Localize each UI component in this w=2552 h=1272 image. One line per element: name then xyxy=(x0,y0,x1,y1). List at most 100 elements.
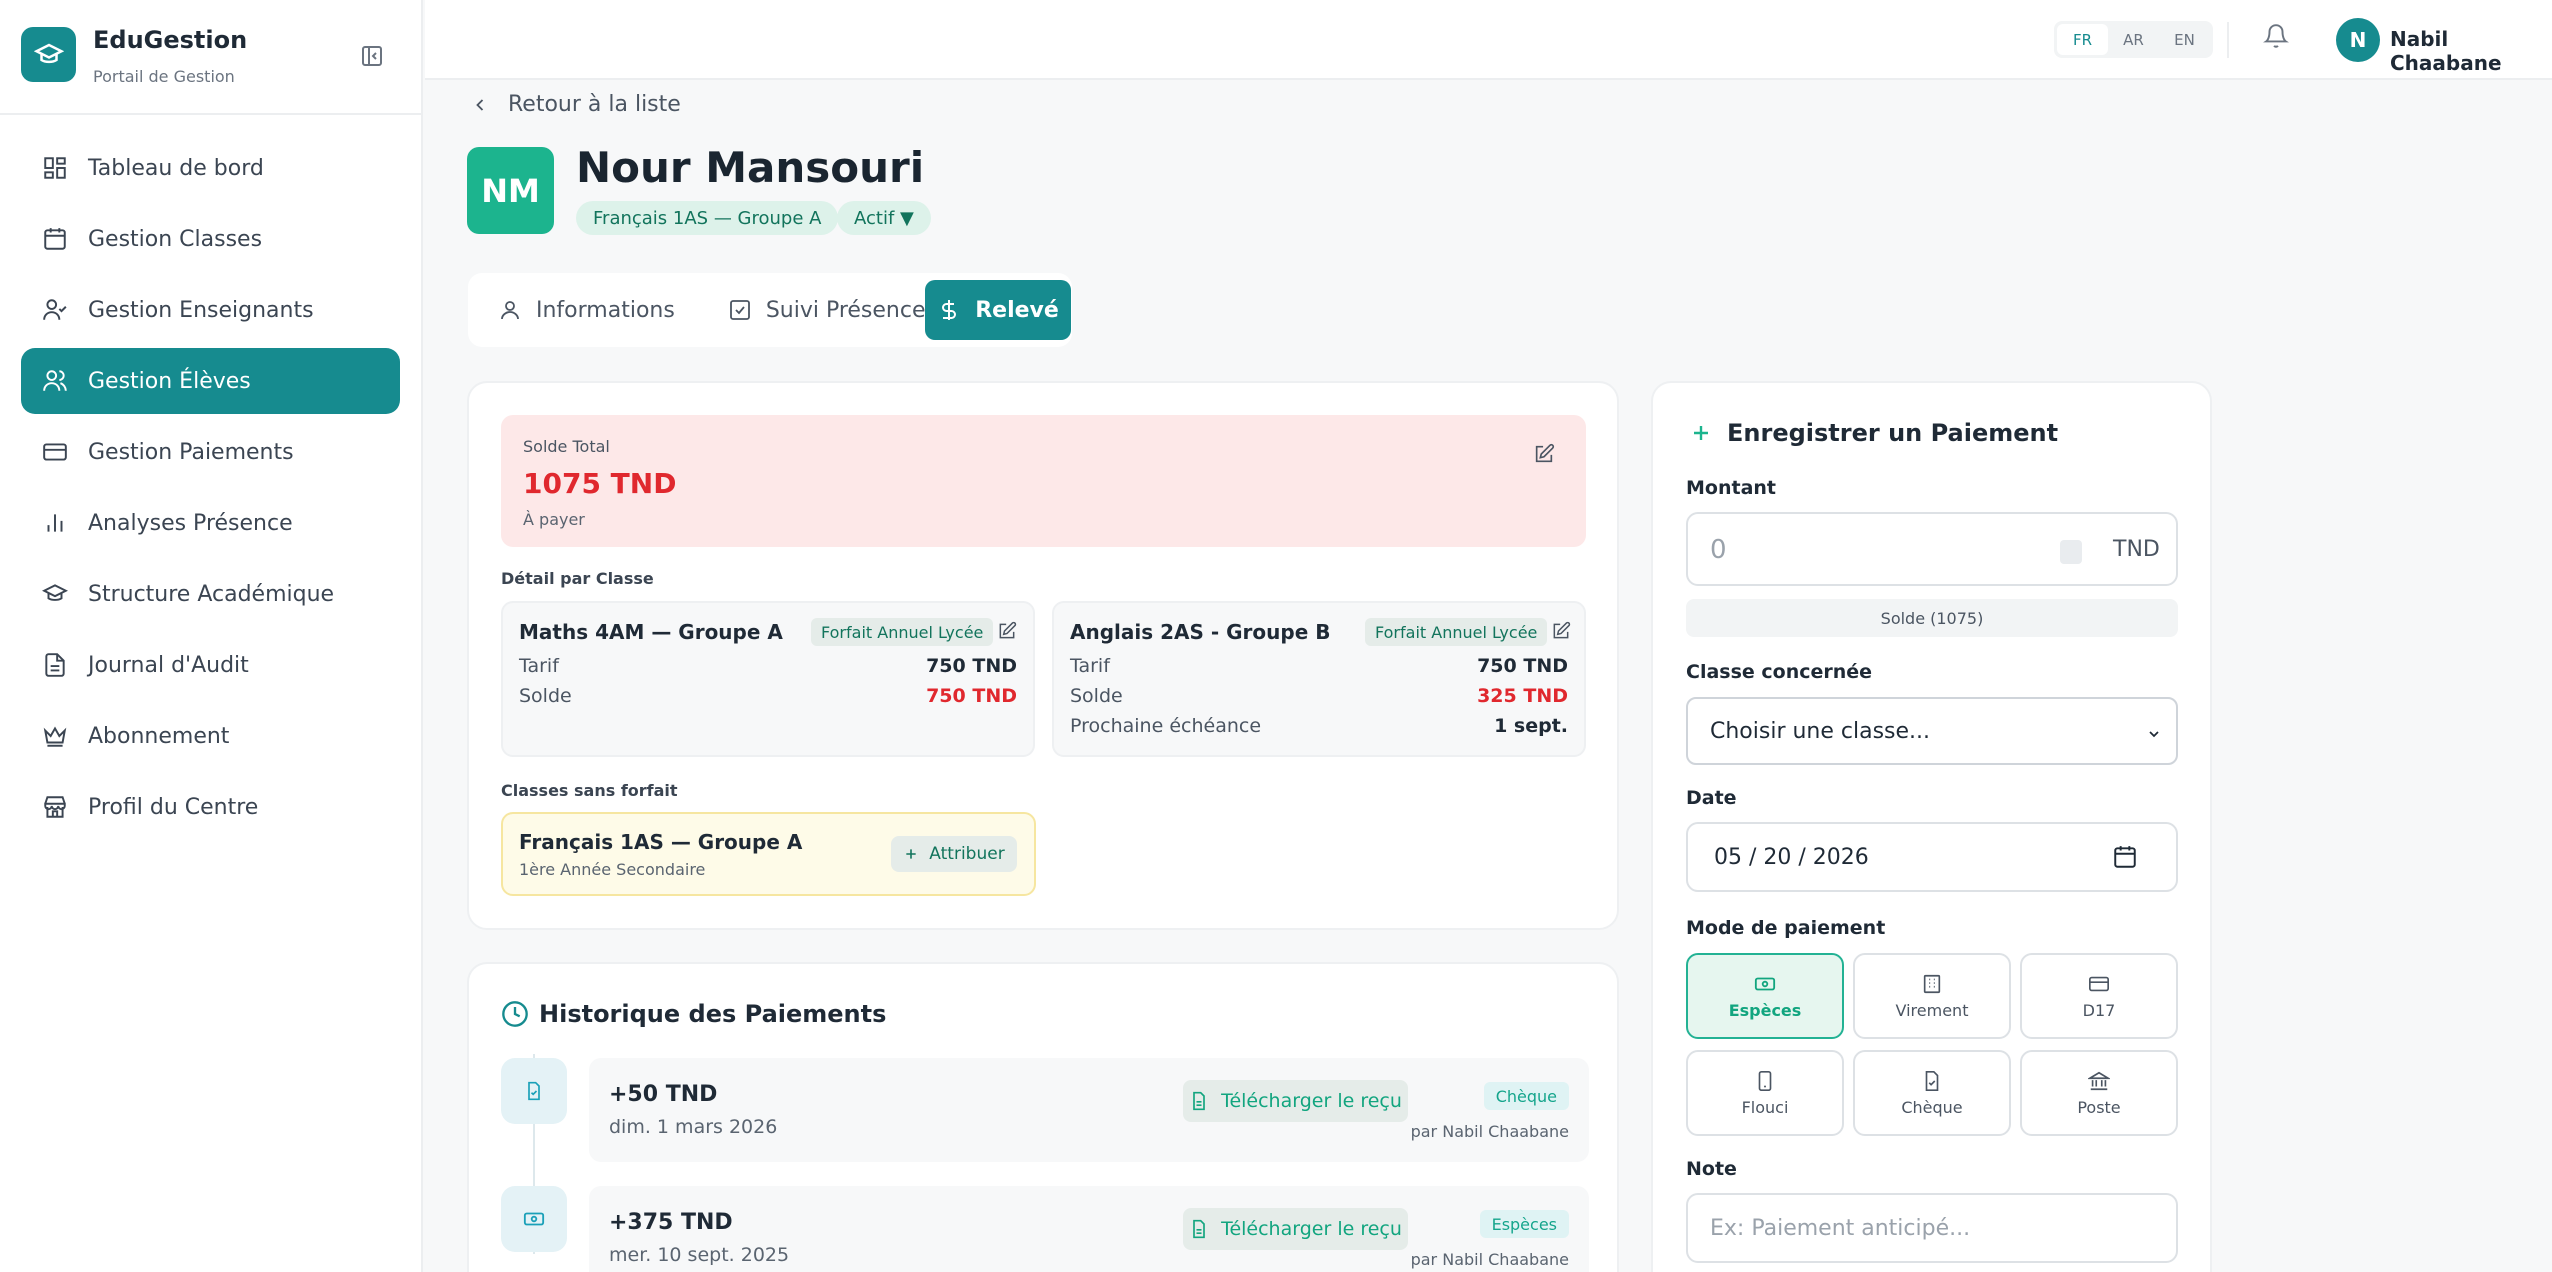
date-label: Date xyxy=(1686,787,1737,809)
sidebar-item-students[interactable]: Gestion Élèves xyxy=(21,348,400,414)
credit-card-icon xyxy=(2089,976,2109,991)
mode-post-button[interactable]: Poste xyxy=(2020,1050,2178,1136)
class-sub: 1ère Année Secondaire xyxy=(519,860,706,879)
sidebar-item-label: Gestion Élèves xyxy=(88,368,251,394)
graduation-cap-logo-icon xyxy=(21,27,76,82)
sidebar-collapse-icon[interactable] xyxy=(360,44,384,72)
edit-icon[interactable] xyxy=(1551,621,1571,645)
calendar-icon[interactable] xyxy=(2112,844,2138,870)
row-label: Tarif xyxy=(519,655,559,677)
dashboard-icon xyxy=(44,157,66,179)
landmark-icon xyxy=(2088,1071,2110,1090)
user-name[interactable]: Nabil Chaabane xyxy=(2390,27,2552,75)
class-select[interactable]: Choisir une classe... xyxy=(1686,697,2178,765)
payment-form-header: Enregistrer un Paiement xyxy=(1689,419,2058,447)
sidebar-item-attendance[interactable]: Analyses Présence xyxy=(21,490,400,556)
number-spinner[interactable] xyxy=(2060,540,2082,564)
edit-icon[interactable] xyxy=(1533,443,1555,469)
balance-label: Solde Total xyxy=(523,437,610,456)
app-subtitle: Portail de Gestion xyxy=(93,67,235,86)
bar-chart-icon xyxy=(47,514,63,532)
plan-badge: Forfait Annuel Lycée xyxy=(811,618,994,646)
calendar-icon xyxy=(44,228,66,250)
sidebar-item-classes[interactable]: Gestion Classes xyxy=(21,206,400,272)
row-label: Solde xyxy=(1070,685,1123,707)
bell-icon[interactable] xyxy=(2263,23,2289,53)
check-square-icon xyxy=(729,300,750,320)
sidebar-item-payments[interactable]: Gestion Paiements xyxy=(21,419,400,485)
mode-d17-button[interactable]: D17 xyxy=(2020,953,2178,1039)
history-header: Historique des Paiements xyxy=(501,1000,886,1028)
tab-label: Informations xyxy=(536,297,675,323)
tab-attendance[interactable]: Suivi Présence xyxy=(728,298,926,323)
file-icon xyxy=(1193,1219,1205,1239)
class-chip: Français 1AS — Groupe A xyxy=(576,201,839,235)
download-receipt-button[interactable]: Télécharger le reçu xyxy=(1183,1208,1408,1250)
plus-icon xyxy=(906,849,916,859)
payment-mode-badge: Espèces xyxy=(1479,1210,1569,1238)
sidebar-item-audit[interactable]: Journal d'Audit xyxy=(21,632,400,698)
plan-badge: Forfait Annuel Lycée xyxy=(1365,618,1548,646)
mode-transfer-button[interactable]: Virement xyxy=(1853,953,2011,1039)
payment-item: +50 TND dim. 1 mars 2026 Télécharger le … xyxy=(589,1058,1589,1162)
note-field[interactable]: Ex: Paiement anticipé... xyxy=(1686,1193,2178,1263)
assign-button[interactable]: Attribuer xyxy=(891,836,1017,872)
mode-label: Espèces xyxy=(1728,1000,1802,1020)
sidebar: EduGestion Portail de Gestion Tableau de… xyxy=(0,0,423,1272)
payment-author: par Nabil Chaabane xyxy=(1410,1250,1569,1269)
mode-cash-button[interactable]: Espèces xyxy=(1686,953,1844,1039)
payment-item: +375 TND mer. 10 sept. 2025 Télécharger … xyxy=(589,1186,1589,1272)
mode-label: D17 xyxy=(2082,1000,2116,1020)
payment-date: dim. 1 mars 2026 xyxy=(609,1116,778,1138)
due-row: Prochaine échéance 1 sept. xyxy=(1070,715,1568,737)
assign-label: Attribuer xyxy=(929,844,1005,864)
receipt-icon xyxy=(501,1058,567,1124)
mode-label: Chèque xyxy=(1901,1097,1963,1117)
amount-field[interactable]: 0 TND xyxy=(1686,512,2178,586)
amount-label: Montant xyxy=(1686,477,1776,499)
note-label: Note xyxy=(1686,1158,1737,1180)
file-icon xyxy=(1193,1091,1205,1111)
payment-history-card: Historique des Paiements +50 TND dim. 1 … xyxy=(467,962,1619,1272)
sidebar-item-center-profile[interactable]: Profil du Centre xyxy=(21,774,400,840)
user-icon xyxy=(501,301,519,320)
tab-statement[interactable]: Relevé xyxy=(925,280,1071,340)
row-label: Tarif xyxy=(1070,655,1110,677)
lang-ar[interactable]: AR xyxy=(2108,24,2159,55)
cash-icon xyxy=(1754,977,1776,990)
plus-icon xyxy=(1694,426,1708,440)
statement-card: Solde Total 1075 TND À payer Détail par … xyxy=(467,381,1619,930)
lang-fr[interactable]: FR xyxy=(2057,24,2108,55)
edit-icon[interactable] xyxy=(997,621,1017,645)
receipt-label: Télécharger le reçu xyxy=(1221,1090,1402,1112)
lang-en[interactable]: EN xyxy=(2159,24,2210,55)
building-icon xyxy=(1923,974,1941,993)
section-title: Classes sans forfait xyxy=(501,781,678,800)
sidebar-item-label: Gestion Classes xyxy=(88,226,263,252)
sidebar-item-dashboard[interactable]: Tableau de bord xyxy=(21,135,400,201)
back-link[interactable]: Retour à la liste xyxy=(470,92,681,117)
payment-date: mer. 10 sept. 2025 xyxy=(609,1244,790,1266)
class-balance-card: Anglais 2AS - Groupe B Forfait Annuel Ly… xyxy=(1052,601,1586,757)
date-field[interactable]: 05 / 20 / 2026 xyxy=(1686,822,2178,892)
row-label: Solde xyxy=(519,685,572,707)
row-value: 750 TND xyxy=(926,655,1017,677)
tab-label: Relevé xyxy=(975,297,1059,323)
tab-informations[interactable]: Informations xyxy=(498,298,675,323)
dollar-icon xyxy=(942,300,957,320)
payment-mode-badge: Chèque xyxy=(1483,1082,1569,1110)
sidebar-item-teachers[interactable]: Gestion Enseignants xyxy=(21,277,400,343)
avatar[interactable]: N xyxy=(2336,18,2380,62)
sidebar-item-subscription[interactable]: Abonnement xyxy=(21,703,400,769)
payment-form-card: Enregistrer un Paiement Montant 0 TND So… xyxy=(1651,381,2212,1272)
sidebar-item-structure[interactable]: Structure Académique xyxy=(21,561,400,627)
mode-flouci-button[interactable]: Flouci xyxy=(1686,1050,1844,1136)
row-label: Prochaine échéance xyxy=(1070,715,1262,737)
download-receipt-button[interactable]: Télécharger le reçu xyxy=(1183,1080,1408,1122)
crown-icon xyxy=(43,726,67,747)
tab-label: Suivi Présence xyxy=(765,297,926,323)
file-text-icon xyxy=(45,653,65,677)
status-badge[interactable]: Actif ▼ xyxy=(837,201,931,235)
mode-cheque-button[interactable]: Chèque xyxy=(1853,1050,2011,1136)
solde-hint-button[interactable]: Solde (1075) xyxy=(1686,599,2178,637)
